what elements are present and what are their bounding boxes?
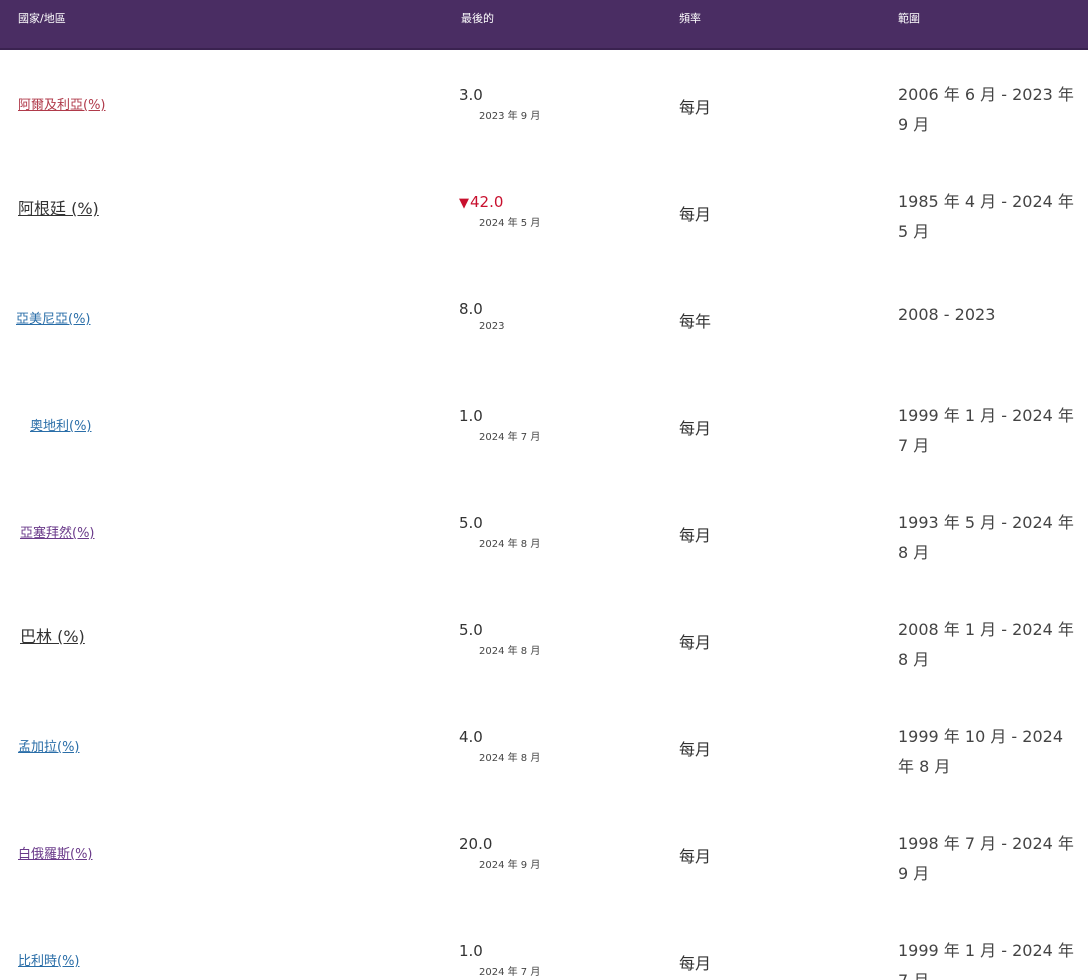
- frequency-cell: 每月: [679, 205, 712, 224]
- latest-cell: 8.0 2023: [459, 300, 504, 332]
- frequency-cell: 每月: [679, 954, 712, 973]
- frequency-cell: 每月: [679, 633, 712, 652]
- header-frequency[interactable]: 頻率: [679, 10, 701, 26]
- frequency-cell: 每月: [679, 526, 712, 545]
- country-link[interactable]: 比利時(%): [18, 950, 80, 969]
- latest-value: 4.0: [459, 728, 483, 746]
- table-row: 巴林 (%) 5.0 2024 年 8 月 每月 2008 年 1 月 - 20…: [0, 585, 1088, 692]
- down-triangle-icon: ▼: [459, 196, 469, 211]
- range-cell: 2008 年 1 月 - 2024 年 8 月: [898, 620, 1074, 669]
- latest-value: 42.0: [470, 193, 504, 211]
- frequency-cell: 每年: [679, 312, 712, 331]
- range-cell: 1999 年 1 月 - 2024 年 7 月: [898, 941, 1074, 980]
- range-cell: 1998 年 7 月 - 2024 年 9 月: [898, 834, 1074, 883]
- country-link[interactable]: 亞塞拜然(%): [20, 522, 95, 541]
- range-cell: 2006 年 6 月 - 2023 年 9 月: [898, 85, 1074, 134]
- latest-cell: ▼42.0 2024 年 5 月: [459, 193, 540, 229]
- table-row: 白俄羅斯(%) 20.0 2024 年 9 月 每月 1998 年 7 月 - …: [0, 799, 1088, 906]
- header-range[interactable]: 範圍: [898, 10, 920, 26]
- frequency-cell: 每月: [679, 419, 712, 438]
- table-row: 亞美尼亞(%) 8.0 2023 每年 2008 - 2023: [0, 264, 1088, 371]
- country-link[interactable]: 巴林 (%): [20, 623, 85, 647]
- latest-value: 1.0: [459, 942, 483, 960]
- latest-date: 2024 年 8 月: [479, 753, 541, 764]
- latest-value: 5.0: [459, 514, 483, 532]
- table-row: 孟加拉(%) 4.0 2024 年 8 月 每月 1999 年 10 月 - 2…: [0, 692, 1088, 799]
- table-header: 國家/地區 最後的 頻率 範圍: [0, 0, 1088, 50]
- latest-cell: 3.0 2023 年 9 月: [459, 86, 540, 122]
- indicator-table: 國家/地區 最後的 頻率 範圍 阿爾及利亞(%) 3.0 2023 年 9 月 …: [0, 0, 1088, 980]
- latest-date: 2024 年 7 月: [479, 967, 541, 978]
- latest-date: 2024 年 8 月: [479, 539, 541, 550]
- table-row: 奧地利(%) 1.0 2024 年 7 月 每月 1999 年 1 月 - 20…: [0, 371, 1088, 478]
- table-row: 阿爾及利亞(%) 3.0 2023 年 9 月 每月 2006 年 6 月 - …: [0, 50, 1088, 157]
- latest-value: 5.0: [459, 621, 483, 639]
- country-link[interactable]: 阿爾及利亞(%): [18, 94, 106, 113]
- table-row: 阿根廷 (%) ▼42.0 2024 年 5 月 每月 1985 年 4 月 -…: [0, 157, 1088, 264]
- latest-cell: 5.0 2024 年 8 月: [459, 514, 540, 550]
- latest-date: 2024 年 5 月: [479, 218, 541, 229]
- range-cell: 1993 年 5 月 - 2024 年 8 月: [898, 513, 1074, 562]
- range-cell: 2008 - 2023: [898, 305, 996, 324]
- country-link[interactable]: 亞美尼亞(%): [16, 308, 91, 327]
- frequency-cell: 每月: [679, 98, 712, 117]
- latest-cell: 1.0 2024 年 7 月: [459, 407, 540, 443]
- range-cell: 1999 年 1 月 - 2024 年 7 月: [898, 406, 1074, 455]
- latest-cell: 20.0 2024 年 9 月: [459, 835, 540, 871]
- table-row: 比利時(%) 1.0 2024 年 7 月 每月 1999 年 1 月 - 20…: [0, 906, 1088, 980]
- frequency-cell: 每月: [679, 847, 712, 866]
- latest-cell: 1.0 2024 年 7 月: [459, 942, 540, 978]
- latest-value: 8.0: [459, 300, 483, 318]
- latest-date: 2024 年 9 月: [479, 860, 541, 871]
- latest-cell: 4.0 2024 年 8 月: [459, 728, 540, 764]
- country-link[interactable]: 白俄羅斯(%): [18, 843, 93, 862]
- frequency-cell: 每月: [679, 740, 712, 759]
- latest-value: 3.0: [459, 86, 483, 104]
- country-link[interactable]: 奧地利(%): [30, 415, 92, 434]
- latest-value: 1.0: [459, 407, 483, 425]
- latest-date: 2023 年 9 月: [479, 111, 541, 122]
- latest-date: 2024 年 7 月: [479, 432, 541, 443]
- header-country[interactable]: 國家/地區: [18, 10, 66, 26]
- country-link[interactable]: 阿根廷 (%): [18, 195, 99, 219]
- table-row: 亞塞拜然(%) 5.0 2024 年 8 月 每月 1993 年 5 月 - 2…: [0, 478, 1088, 585]
- country-link[interactable]: 孟加拉(%): [18, 736, 80, 755]
- range-cell: 1985 年 4 月 - 2024 年 5 月: [898, 192, 1074, 241]
- table-body: 阿爾及利亞(%) 3.0 2023 年 9 月 每月 2006 年 6 月 - …: [0, 50, 1088, 980]
- latest-date: 2023: [479, 321, 505, 332]
- latest-cell: 5.0 2024 年 8 月: [459, 621, 540, 657]
- header-latest[interactable]: 最後的: [461, 10, 494, 26]
- latest-value: 20.0: [459, 835, 493, 853]
- latest-date: 2024 年 8 月: [479, 646, 541, 657]
- range-cell: 1999 年 10 月 - 2024 年 8 月: [898, 727, 1064, 776]
